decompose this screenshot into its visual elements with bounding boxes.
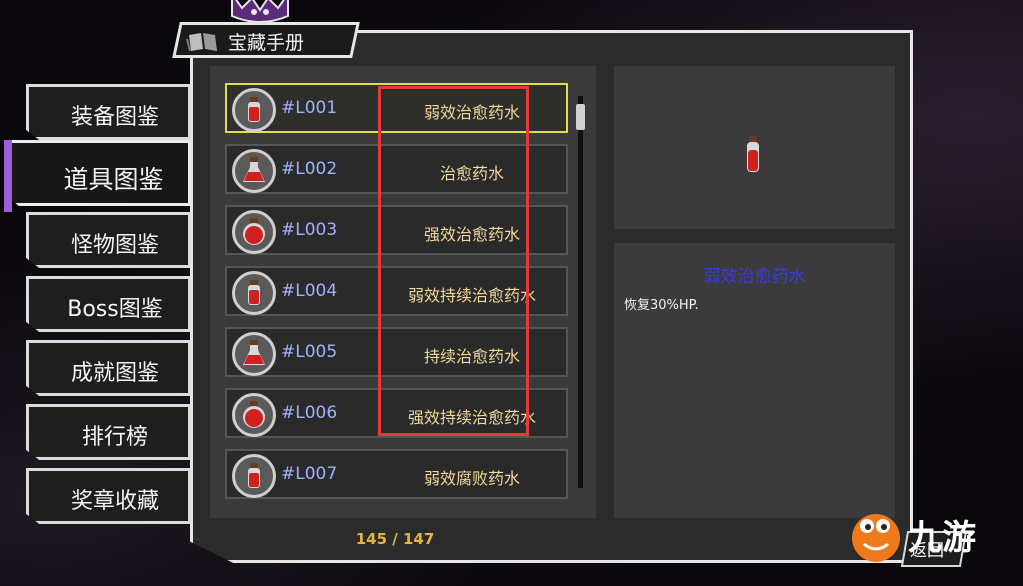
item-code: #L003 (281, 220, 338, 240)
item-code: #L006 (281, 403, 338, 423)
sidebar-item-label: 成就图鉴 (70, 361, 159, 386)
item-code: #L002 (281, 159, 338, 179)
flask-potion-icon (232, 149, 276, 193)
item-detail-description: 恢复30%HP. (624, 298, 699, 313)
sidebar-item-label: Boss图鉴 (67, 297, 163, 322)
small-potion-icon (232, 454, 276, 498)
small-potion-icon (232, 271, 276, 315)
sidebar-item-label: 奖章收藏 (70, 489, 159, 514)
small-potion-icon (232, 88, 276, 132)
annotation-highlight-box (378, 86, 529, 436)
active-tab-indicator (4, 140, 12, 212)
item-code: #L004 (281, 281, 338, 301)
sidebar-item-label: 怪物图鉴 (70, 233, 159, 258)
round-potion-icon (232, 393, 276, 437)
scrollbar-thumb[interactable] (576, 104, 585, 130)
page-title: 宝藏手册 (228, 32, 305, 54)
sidebar-item-label: 装备图鉴 (70, 105, 159, 130)
book-icon (186, 33, 217, 52)
item-detail-title: 弱效治愈药水 (703, 267, 806, 287)
item-code: #L001 (281, 98, 338, 118)
small-potion-icon (747, 136, 759, 172)
item-name: 弱效腐败药水 (423, 469, 520, 488)
sidebar-item-label: 排行榜 (81, 425, 148, 450)
sidebar-item-label: 道具图鉴 (63, 165, 164, 194)
item-row[interactable]: #L007 弱效腐败药水 (225, 449, 568, 499)
page-counter: 145 / 147 (355, 530, 435, 548)
round-potion-icon (232, 210, 276, 254)
item-code: #L007 (281, 464, 338, 484)
item-code: #L005 (281, 342, 338, 362)
flask-potion-icon (232, 332, 276, 376)
scrollbar-track[interactable] (578, 96, 583, 488)
crown-emblem-icon (231, 0, 289, 23)
watermark-text: 九游 (908, 518, 976, 558)
